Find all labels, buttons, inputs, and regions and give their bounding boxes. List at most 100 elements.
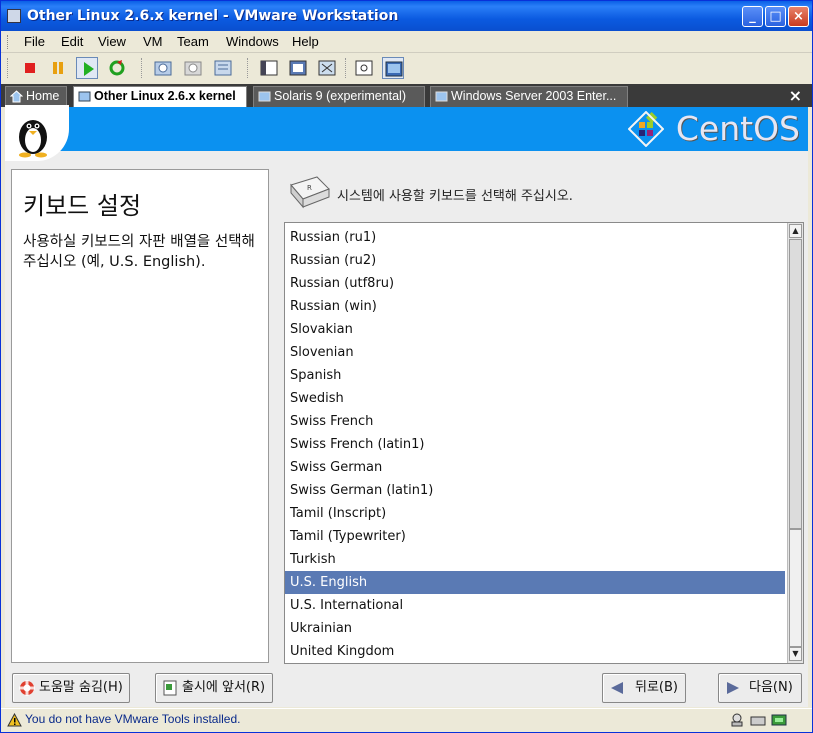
hard-disk-icon[interactable]: [750, 713, 766, 727]
keyboard-list-item[interactable]: Swiss French (latin1): [285, 433, 785, 456]
keyboard-list-item[interactable]: Tamil (Typewriter): [285, 525, 785, 548]
menu-edit[interactable]: Edit: [61, 34, 83, 49]
menu-windows[interactable]: Windows: [226, 34, 279, 49]
keyboard-list-item[interactable]: United Kingdom: [285, 640, 785, 663]
scrollbar-track: [789, 239, 802, 529]
back-button[interactable]: 뒤로(B): [602, 673, 686, 703]
keyboard-list-item[interactable]: Swiss German: [285, 456, 785, 479]
fit-icon[interactable]: [316, 57, 338, 79]
close-icon: ×: [793, 9, 804, 24]
tab-label: Other Linux 2.6.x kernel: [94, 89, 236, 103]
penguin-logo: [5, 105, 69, 161]
help-panel: 키보드 설정 사용하실 키보드의 자판 배열을 선택해 주십시오 (예, U.S…: [11, 169, 269, 663]
keyboard-list-item[interactable]: Russian (ru1): [285, 226, 785, 249]
next-arrow-icon: [727, 682, 739, 694]
keyboard-list-item[interactable]: Slovakian: [285, 318, 785, 341]
keyboard-list-item[interactable]: Swiss French: [285, 410, 785, 433]
toolbar-separator: [345, 58, 347, 78]
centos-emblem-icon: [628, 111, 664, 147]
keyboard-list-item[interactable]: Russian (ru2): [285, 249, 785, 272]
menu-grip: [7, 35, 10, 49]
next-button[interactable]: 다음(N): [718, 673, 802, 703]
keyboard-key-icon: R: [290, 176, 330, 209]
installer-banner: CentOS: [5, 105, 808, 161]
revert-snapshot-icon[interactable]: [182, 57, 204, 79]
minimize-button[interactable]: _: [742, 6, 763, 27]
keyboard-list[interactable]: Russian (ru1) Russian (ru2) Russian (utf8r…: [284, 222, 804, 664]
vm-tab-strip: Home Other Linux 2.6.x kernel Solaris 9 …: [1, 84, 812, 107]
keyboard-list-item[interactable]: U.S. International: [285, 594, 785, 617]
status-message[interactable]: You do not have VMware Tools installed.: [25, 712, 240, 726]
keyboard-list-item[interactable]: Swiss German (latin1): [285, 479, 785, 502]
hide-help-button[interactable]: 도움말 숨김(H): [12, 673, 130, 703]
quick-switch-icon[interactable]: [258, 57, 280, 79]
maximize-button[interactable]: □: [765, 6, 786, 27]
centos-wordmark: CentOS: [675, 109, 800, 148]
back-label: 뒤로(B): [635, 680, 678, 695]
menu-file[interactable]: File: [24, 34, 45, 49]
minimize-icon: _: [749, 9, 756, 24]
play-icon[interactable]: [76, 57, 98, 79]
network-icon[interactable]: [771, 713, 787, 727]
window-title: Other Linux 2.6.x kernel - VMware Workst…: [27, 8, 399, 24]
list-scrollbar[interactable]: ▲ ▼: [787, 223, 803, 663]
console-icon[interactable]: [382, 57, 404, 79]
toolbar-separator: [141, 58, 143, 78]
menu-help[interactable]: Help: [292, 34, 319, 49]
menu-vm[interactable]: VM: [143, 34, 163, 49]
toolbar-separator: [247, 58, 249, 78]
scroll-down-icon[interactable]: ▼: [789, 647, 802, 661]
svg-text:R: R: [307, 184, 312, 192]
toolbar: [1, 54, 812, 82]
hide-help-label: 도움말 숨김(H): [39, 680, 123, 695]
tab-windows-server[interactable]: Windows Server 2003 Enter...: [430, 86, 628, 107]
next-label: 다음(N): [749, 680, 793, 695]
snapshot-manager-icon[interactable]: [212, 57, 234, 79]
summary-icon[interactable]: [353, 57, 375, 79]
back-arrow-icon: [611, 682, 623, 694]
release-notes-button[interactable]: 출시에 앞서(R): [155, 673, 273, 703]
keyboard-list-item[interactable]: U.S. English: [285, 571, 785, 594]
vm-icon: [78, 91, 91, 102]
tab-other-linux[interactable]: Other Linux 2.6.x kernel: [73, 86, 247, 107]
keyboard-list-item[interactable]: Swedish: [285, 387, 785, 410]
vmware-app-icon: [7, 9, 21, 23]
penguin-icon: [19, 120, 47, 158]
scrollbar-thumb[interactable]: [789, 529, 802, 647]
menu-view[interactable]: View: [98, 34, 126, 49]
full-screen-icon[interactable]: [287, 57, 309, 79]
close-button[interactable]: ×: [788, 6, 809, 27]
close-tab-icon[interactable]: ×: [789, 86, 802, 105]
guest-display[interactable]: CentOS 키보드 설정 사용하실 키보드의 자판 배열을 선택해 주십시오 …: [5, 105, 808, 707]
keyboard-list-item[interactable]: Slovenian: [285, 341, 785, 364]
help-title: 키보드 설정: [23, 192, 142, 220]
keyboard-list-item[interactable]: Ukrainian: [285, 617, 785, 640]
warning-icon: [7, 713, 22, 727]
keyboard-list-item[interactable]: Tamil (Inscript): [285, 502, 785, 525]
tab-label: Windows Server 2003 Enter...: [451, 89, 617, 103]
vmware-window: Other Linux 2.6.x kernel - VMware Workst…: [0, 0, 813, 733]
snapshot-icon[interactable]: [152, 57, 174, 79]
keyboard-list-item[interactable]: Russian (win): [285, 295, 785, 318]
menu-bar: File Edit View VM Team Windows Help: [1, 31, 812, 53]
title-bar[interactable]: Other Linux 2.6.x kernel - VMware Workst…: [1, 1, 812, 31]
home-icon: [10, 90, 23, 103]
stop-icon[interactable]: [19, 57, 41, 79]
keyboard-list-item[interactable]: Turkish: [285, 548, 785, 571]
user-device-icon[interactable]: [729, 713, 745, 727]
status-bar: You do not have VMware Tools installed.: [1, 708, 812, 732]
vm-icon: [435, 91, 448, 102]
menu-team[interactable]: Team: [177, 34, 209, 49]
tab-home[interactable]: Home: [5, 86, 67, 107]
release-notes-icon: [163, 680, 177, 696]
scroll-up-icon[interactable]: ▲: [789, 224, 802, 238]
toolbar-grip: [7, 58, 9, 78]
tab-label: Solaris 9 (experimental): [274, 89, 406, 103]
keyboard-prompt: 시스템에 사용할 키보드를 선택해 주십시오.: [337, 189, 573, 204]
vm-icon: [258, 91, 271, 102]
keyboard-list-item[interactable]: Spanish: [285, 364, 785, 387]
reset-icon[interactable]: [106, 57, 128, 79]
keyboard-list-item[interactable]: Russian (utf8ru): [285, 272, 785, 295]
tab-solaris[interactable]: Solaris 9 (experimental): [253, 86, 425, 107]
pause-icon[interactable]: [47, 57, 69, 79]
